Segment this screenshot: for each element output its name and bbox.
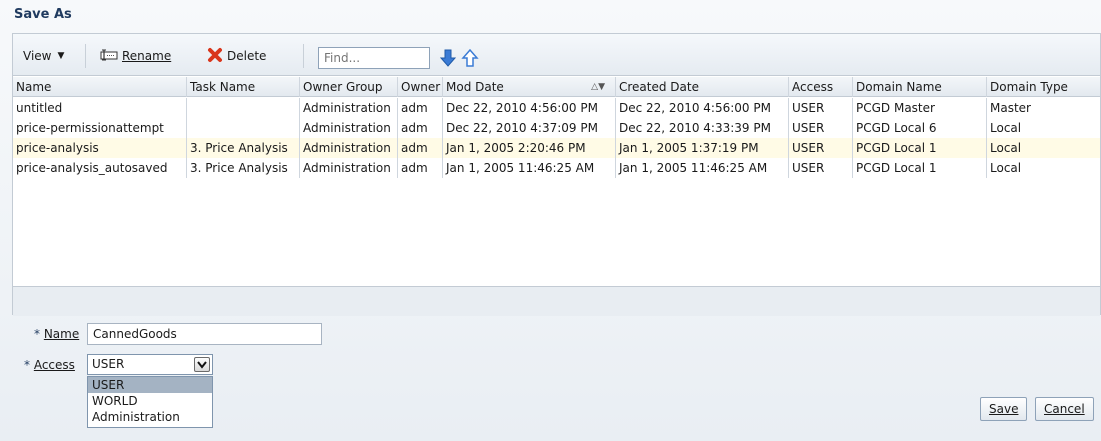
access-select[interactable]: USER bbox=[87, 354, 213, 375]
cell-created-date: Dec 22, 2010 4:56:00 PM bbox=[616, 98, 789, 118]
cell-mod-date: Dec 22, 2010 4:37:09 PM bbox=[443, 118, 616, 138]
required-marker: * bbox=[34, 327, 40, 341]
cell-mod-date: Jan 1, 2005 11:46:25 AM bbox=[443, 158, 616, 178]
cancel-button-label: Cancel bbox=[1044, 402, 1085, 416]
cell-owner-group: Administration bbox=[300, 118, 398, 138]
access-option-user[interactable]: USER bbox=[88, 377, 212, 393]
table-footer bbox=[13, 286, 1100, 316]
cell-domain-type: Local bbox=[990, 141, 1022, 155]
table-row-selected[interactable]: price-analysis 3. Price Analysis Adminis… bbox=[13, 138, 1100, 158]
cell-mod-date: Dec 22, 2010 4:56:00 PM bbox=[443, 98, 616, 118]
cell-created-date: Jan 1, 2005 11:46:25 AM bbox=[616, 158, 789, 178]
table-header-row: Name Task Name Owner Group Owner Mod Dat… bbox=[13, 77, 1100, 97]
cell-name: price-permissionattempt bbox=[13, 118, 187, 138]
cell-domain-type: Master bbox=[990, 101, 1031, 115]
name-label-text: Name bbox=[43, 327, 80, 341]
delete-button[interactable]: Delete bbox=[207, 47, 266, 65]
dialog-title: Save As bbox=[14, 7, 72, 22]
toolbar: View ▼ Rename Delete bbox=[13, 34, 1100, 76]
column-header-owner[interactable]: Owner bbox=[398, 77, 443, 97]
toolbar-divider bbox=[303, 44, 304, 68]
column-header-task-name[interactable]: Task Name bbox=[187, 77, 300, 97]
delete-x-icon bbox=[207, 47, 223, 66]
cell-owner-group: Administration bbox=[300, 138, 398, 158]
delete-label: Delete bbox=[227, 49, 267, 63]
cell-created-date: Dec 22, 2010 4:33:39 PM bbox=[616, 118, 789, 138]
sort-arrows-icon[interactable]: △▼ bbox=[591, 77, 605, 97]
rename-button[interactable]: Rename bbox=[100, 47, 171, 65]
access-label-text: Access bbox=[33, 358, 75, 372]
cell-name: price-analysis_autosaved bbox=[13, 158, 187, 178]
table-row[interactable]: untitled Administration adm Dec 22, 2010… bbox=[13, 98, 1100, 118]
view-menu-label: View bbox=[23, 49, 52, 63]
save-button[interactable]: Save bbox=[980, 397, 1028, 421]
toolbar-divider bbox=[85, 44, 86, 68]
access-dropdown-list: USER WORLD Administration bbox=[87, 376, 213, 428]
access-selected-value: USER bbox=[92, 357, 125, 371]
cell-mod-date: Jan 1, 2005 2:20:46 PM bbox=[443, 138, 616, 158]
find-next-arrow-down-icon[interactable] bbox=[438, 47, 458, 69]
cell-domain-name: PCGD Local 1 bbox=[853, 158, 987, 178]
column-header-domain-type[interactable]: Domain Type bbox=[987, 77, 1101, 97]
cell-name: price-analysis bbox=[13, 138, 187, 158]
cell-task-name: 3. Price Analysis bbox=[187, 138, 300, 158]
cell-owner: adm bbox=[398, 158, 443, 178]
cell-domain-type: Local bbox=[990, 161, 1022, 175]
rename-icon bbox=[100, 49, 118, 64]
cell-task-name: 3. Price Analysis bbox=[187, 158, 300, 178]
cell-owner: adm bbox=[398, 118, 443, 138]
find-input[interactable] bbox=[318, 47, 430, 69]
cell-created-date: Jan 1, 2005 1:37:19 PM bbox=[616, 138, 789, 158]
access-field-label: * Access bbox=[24, 358, 75, 372]
cell-domain-type: Local bbox=[990, 121, 1022, 135]
access-option-world[interactable]: WORLD bbox=[88, 393, 212, 409]
table-row[interactable]: price-permissionattempt Administration a… bbox=[13, 118, 1100, 138]
table-row[interactable]: price-analysis_autosaved 3. Price Analys… bbox=[13, 158, 1100, 178]
mod-date-header-label: Mod Date bbox=[446, 80, 504, 94]
find-previous-arrow-up-icon[interactable] bbox=[460, 47, 480, 69]
column-header-owner-group[interactable]: Owner Group bbox=[300, 77, 398, 97]
save-as-dialog: Save As View ▼ Rename Delete Find... Nam… bbox=[0, 0, 1101, 441]
column-header-created-date[interactable]: Created Date bbox=[616, 77, 789, 97]
cell-owner: adm bbox=[398, 138, 443, 158]
chevron-down-icon: ▼ bbox=[57, 51, 65, 61]
view-menu-button[interactable]: View ▼ bbox=[23, 47, 64, 65]
column-header-access[interactable]: Access bbox=[789, 77, 853, 97]
file-list-panel: View ▼ Rename Delete Find... Name Task N… bbox=[12, 33, 1101, 316]
chevron-down-icon[interactable] bbox=[194, 357, 210, 372]
cell-access: USER bbox=[789, 98, 853, 118]
access-option-administration[interactable]: Administration bbox=[88, 409, 212, 425]
name-input[interactable]: CannedGoods bbox=[87, 323, 322, 345]
column-header-domain-name[interactable]: Domain Name bbox=[853, 77, 987, 97]
cell-access: USER bbox=[789, 158, 853, 178]
column-header-name[interactable]: Name bbox=[13, 77, 187, 97]
save-button-label: Save bbox=[989, 402, 1019, 416]
cell-domain-name: PCGD Local 1 bbox=[853, 138, 987, 158]
cancel-button[interactable]: Cancel bbox=[1035, 397, 1094, 421]
cell-domain-name: PCGD Master bbox=[853, 98, 987, 118]
cell-owner-group: Administration bbox=[300, 98, 398, 118]
cell-task-name bbox=[187, 98, 300, 118]
name-field-label: * Name bbox=[34, 327, 79, 341]
column-header-mod-date[interactable]: Mod Date △▼ bbox=[443, 77, 616, 97]
cell-domain-name: PCGD Local 6 bbox=[853, 118, 987, 138]
cell-owner-group: Administration bbox=[300, 158, 398, 178]
cell-task-name bbox=[187, 118, 300, 138]
cell-access: USER bbox=[789, 118, 853, 138]
cell-name: untitled bbox=[13, 98, 187, 118]
cell-owner: adm bbox=[398, 98, 443, 118]
cell-access: USER bbox=[789, 138, 853, 158]
required-marker: * bbox=[24, 358, 30, 372]
rename-label: Rename bbox=[122, 49, 172, 63]
